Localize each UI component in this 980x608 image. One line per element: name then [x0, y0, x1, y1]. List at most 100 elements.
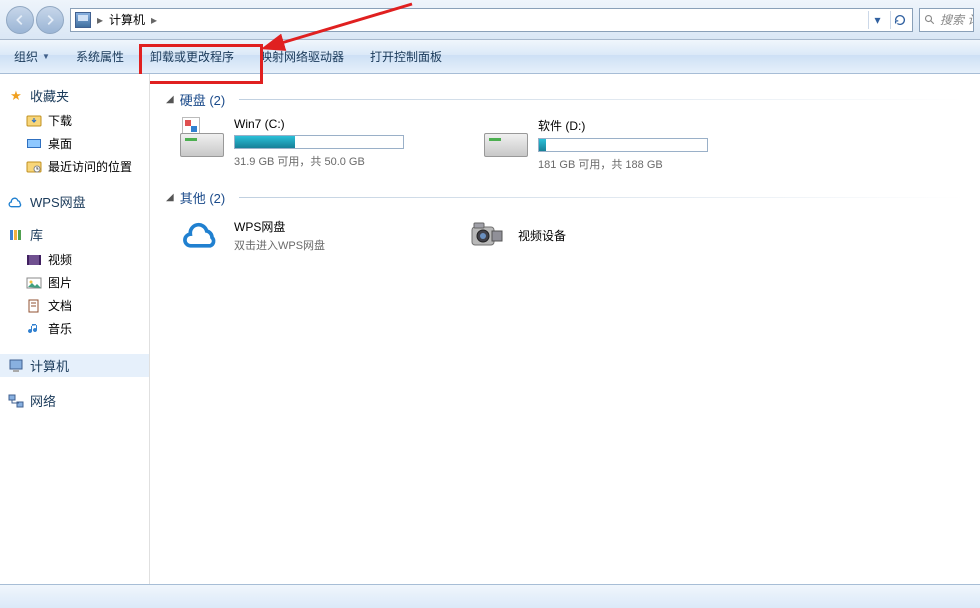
sidebar-group-computer: 计算机 — [8, 354, 149, 377]
cloud-icon — [180, 215, 224, 255]
history-dropdown-button[interactable]: ▾ — [868, 11, 886, 29]
library-label: 库 — [30, 225, 43, 244]
sidebar-group-library: 库 视频 图片 文档 — [8, 225, 149, 340]
drive-capacity-fill — [235, 136, 295, 148]
desktop-label: 桌面 — [48, 135, 72, 152]
open-control-panel-button[interactable]: 打开控制面板 — [366, 46, 446, 67]
drive-info: Win7 (C:) 31.9 GB 可用，共 50.0 GB — [234, 117, 440, 172]
other-item-wps[interactable]: WPS网盘 双击进入WPS网盘 — [180, 215, 420, 255]
others-row: WPS网盘 双击进入WPS网盘 视频设备 — [166, 215, 964, 255]
forward-button[interactable] — [36, 6, 64, 34]
refresh-button[interactable] — [890, 11, 908, 29]
sidebar-splitter[interactable] — [149, 74, 153, 584]
downloads-label: 下载 — [48, 112, 72, 129]
documents-label: 文档 — [48, 297, 72, 314]
sidebar-item-pictures[interactable]: 图片 — [8, 271, 149, 294]
other-info: WPS网盘 双击进入WPS网盘 — [234, 218, 325, 253]
collapse-icon: ◢ — [166, 192, 174, 203]
network-label: 网络 — [30, 391, 56, 410]
downloads-icon — [26, 113, 42, 129]
wps-item-label: WPS网盘 — [234, 218, 325, 235]
back-button[interactable] — [6, 6, 34, 34]
toolbar: 组织 ▼ 系统属性 卸载或更改程序 映射网络驱动器 打开控制面板 — [0, 40, 980, 74]
computer-icon — [75, 12, 91, 28]
sidebar-item-music[interactable]: 音乐 — [8, 317, 149, 340]
uninstall-programs-button[interactable]: 卸载或更改程序 — [146, 46, 238, 67]
address-bar: ▸ 计算机 ▸ ▾ 搜索 计 — [0, 0, 980, 40]
address-right-controls: ▾ — [868, 11, 908, 29]
uninstall-label: 卸载或更改程序 — [150, 48, 234, 65]
other-section-label: 其他 (2) — [180, 188, 226, 207]
documents-icon — [26, 298, 42, 314]
favorites-label: 收藏夹 — [30, 86, 69, 105]
library-icon — [8, 227, 24, 243]
camera-icon — [464, 215, 508, 255]
section-divider — [239, 197, 964, 198]
recent-icon — [26, 159, 42, 175]
collapse-icon: ◢ — [166, 94, 174, 105]
map-drive-label: 映射网络驱动器 — [260, 48, 344, 65]
chevron-down-icon: ▼ — [42, 52, 50, 61]
music-icon — [26, 321, 42, 337]
status-bar — [0, 584, 980, 608]
sidebar-item-documents[interactable]: 文档 — [8, 294, 149, 317]
sidebar-item-recent[interactable]: 最近访问的位置 — [8, 155, 149, 178]
address-field[interactable]: ▸ 计算机 ▸ ▾ — [70, 8, 913, 32]
organize-menu[interactable]: 组织 ▼ — [10, 46, 54, 67]
crumb-sep-icon: ▸ — [151, 13, 157, 27]
map-network-drive-button[interactable]: 映射网络驱动器 — [256, 46, 348, 67]
sidebar-item-downloads[interactable]: 下载 — [8, 109, 149, 132]
cloud-icon — [8, 194, 24, 210]
other-item-video-device[interactable]: 视频设备 — [464, 215, 704, 255]
crumb-sep-icon: ▸ — [97, 13, 103, 27]
video-device-label: 视频设备 — [518, 227, 566, 244]
control-panel-label: 打开控制面板 — [370, 48, 442, 65]
search-input[interactable]: 搜索 计 — [919, 8, 974, 32]
drive-capacity-fill — [539, 139, 546, 151]
drive-icon — [484, 117, 528, 157]
sidebar-library-header[interactable]: 库 — [8, 225, 149, 244]
content-pane: ◢ 硬盘 (2) Win7 (C:) 31.9 GB 可用，共 50.0 GB — [150, 74, 980, 584]
sidebar-group-favorites: ★ 收藏夹 下载 桌面 最近访问的位置 — [8, 86, 149, 178]
section-header-hdd[interactable]: ◢ 硬盘 (2) — [166, 90, 964, 109]
wps-item-sub: 双击进入WPS网盘 — [234, 237, 325, 253]
drives-row: Win7 (C:) 31.9 GB 可用，共 50.0 GB 软件 (D:) — [166, 117, 964, 172]
organize-label: 组织 — [14, 48, 38, 65]
star-icon: ★ — [8, 88, 24, 104]
videos-label: 视频 — [48, 251, 72, 268]
drive-capacity-bar — [234, 135, 404, 149]
drive-capacity-bar — [538, 138, 708, 152]
section-header-other[interactable]: ◢ 其他 (2) — [166, 188, 964, 207]
drive-item-c[interactable]: Win7 (C:) 31.9 GB 可用，共 50.0 GB — [180, 117, 440, 172]
drive-label: 软件 (D:) — [538, 117, 744, 134]
drive-icon — [180, 117, 224, 157]
system-properties-button[interactable]: 系统属性 — [72, 46, 128, 67]
wps-label: WPS网盘 — [30, 192, 86, 211]
breadcrumb-computer[interactable]: 计算机 — [109, 11, 145, 28]
drive-item-d[interactable]: 软件 (D:) 181 GB 可用，共 188 GB — [484, 117, 744, 172]
pictures-icon — [26, 275, 42, 291]
pictures-label: 图片 — [48, 274, 72, 291]
recent-label: 最近访问的位置 — [48, 158, 132, 175]
nav-buttons — [6, 6, 64, 34]
sidebar-item-desktop[interactable]: 桌面 — [8, 132, 149, 155]
drive-stats: 181 GB 可用，共 188 GB — [538, 156, 744, 172]
main-area: ★ 收藏夹 下载 桌面 最近访问的位置 — [0, 74, 980, 584]
sidebar-wps-header[interactable]: WPS网盘 — [8, 192, 149, 211]
sidebar-network-header[interactable]: 网络 — [8, 391, 149, 410]
sidebar-group-wps: WPS网盘 — [8, 192, 149, 211]
sidebar-favorites-header[interactable]: ★ 收藏夹 — [8, 86, 149, 105]
sidebar-item-videos[interactable]: 视频 — [8, 248, 149, 271]
network-icon — [8, 393, 24, 409]
other-info: 视频设备 — [518, 227, 566, 244]
sidebar-computer-header[interactable]: 计算机 — [0, 354, 149, 377]
hdd-section-label: 硬盘 (2) — [180, 90, 226, 109]
drive-info: 软件 (D:) 181 GB 可用，共 188 GB — [538, 117, 744, 172]
computer-icon — [8, 358, 24, 374]
music-label: 音乐 — [48, 320, 72, 337]
drive-label: Win7 (C:) — [234, 117, 440, 131]
search-placeholder: 搜索 计 — [940, 11, 974, 28]
drive-stats: 31.9 GB 可用，共 50.0 GB — [234, 153, 440, 169]
video-icon — [26, 252, 42, 268]
navigation-sidebar: ★ 收藏夹 下载 桌面 最近访问的位置 — [0, 74, 150, 584]
